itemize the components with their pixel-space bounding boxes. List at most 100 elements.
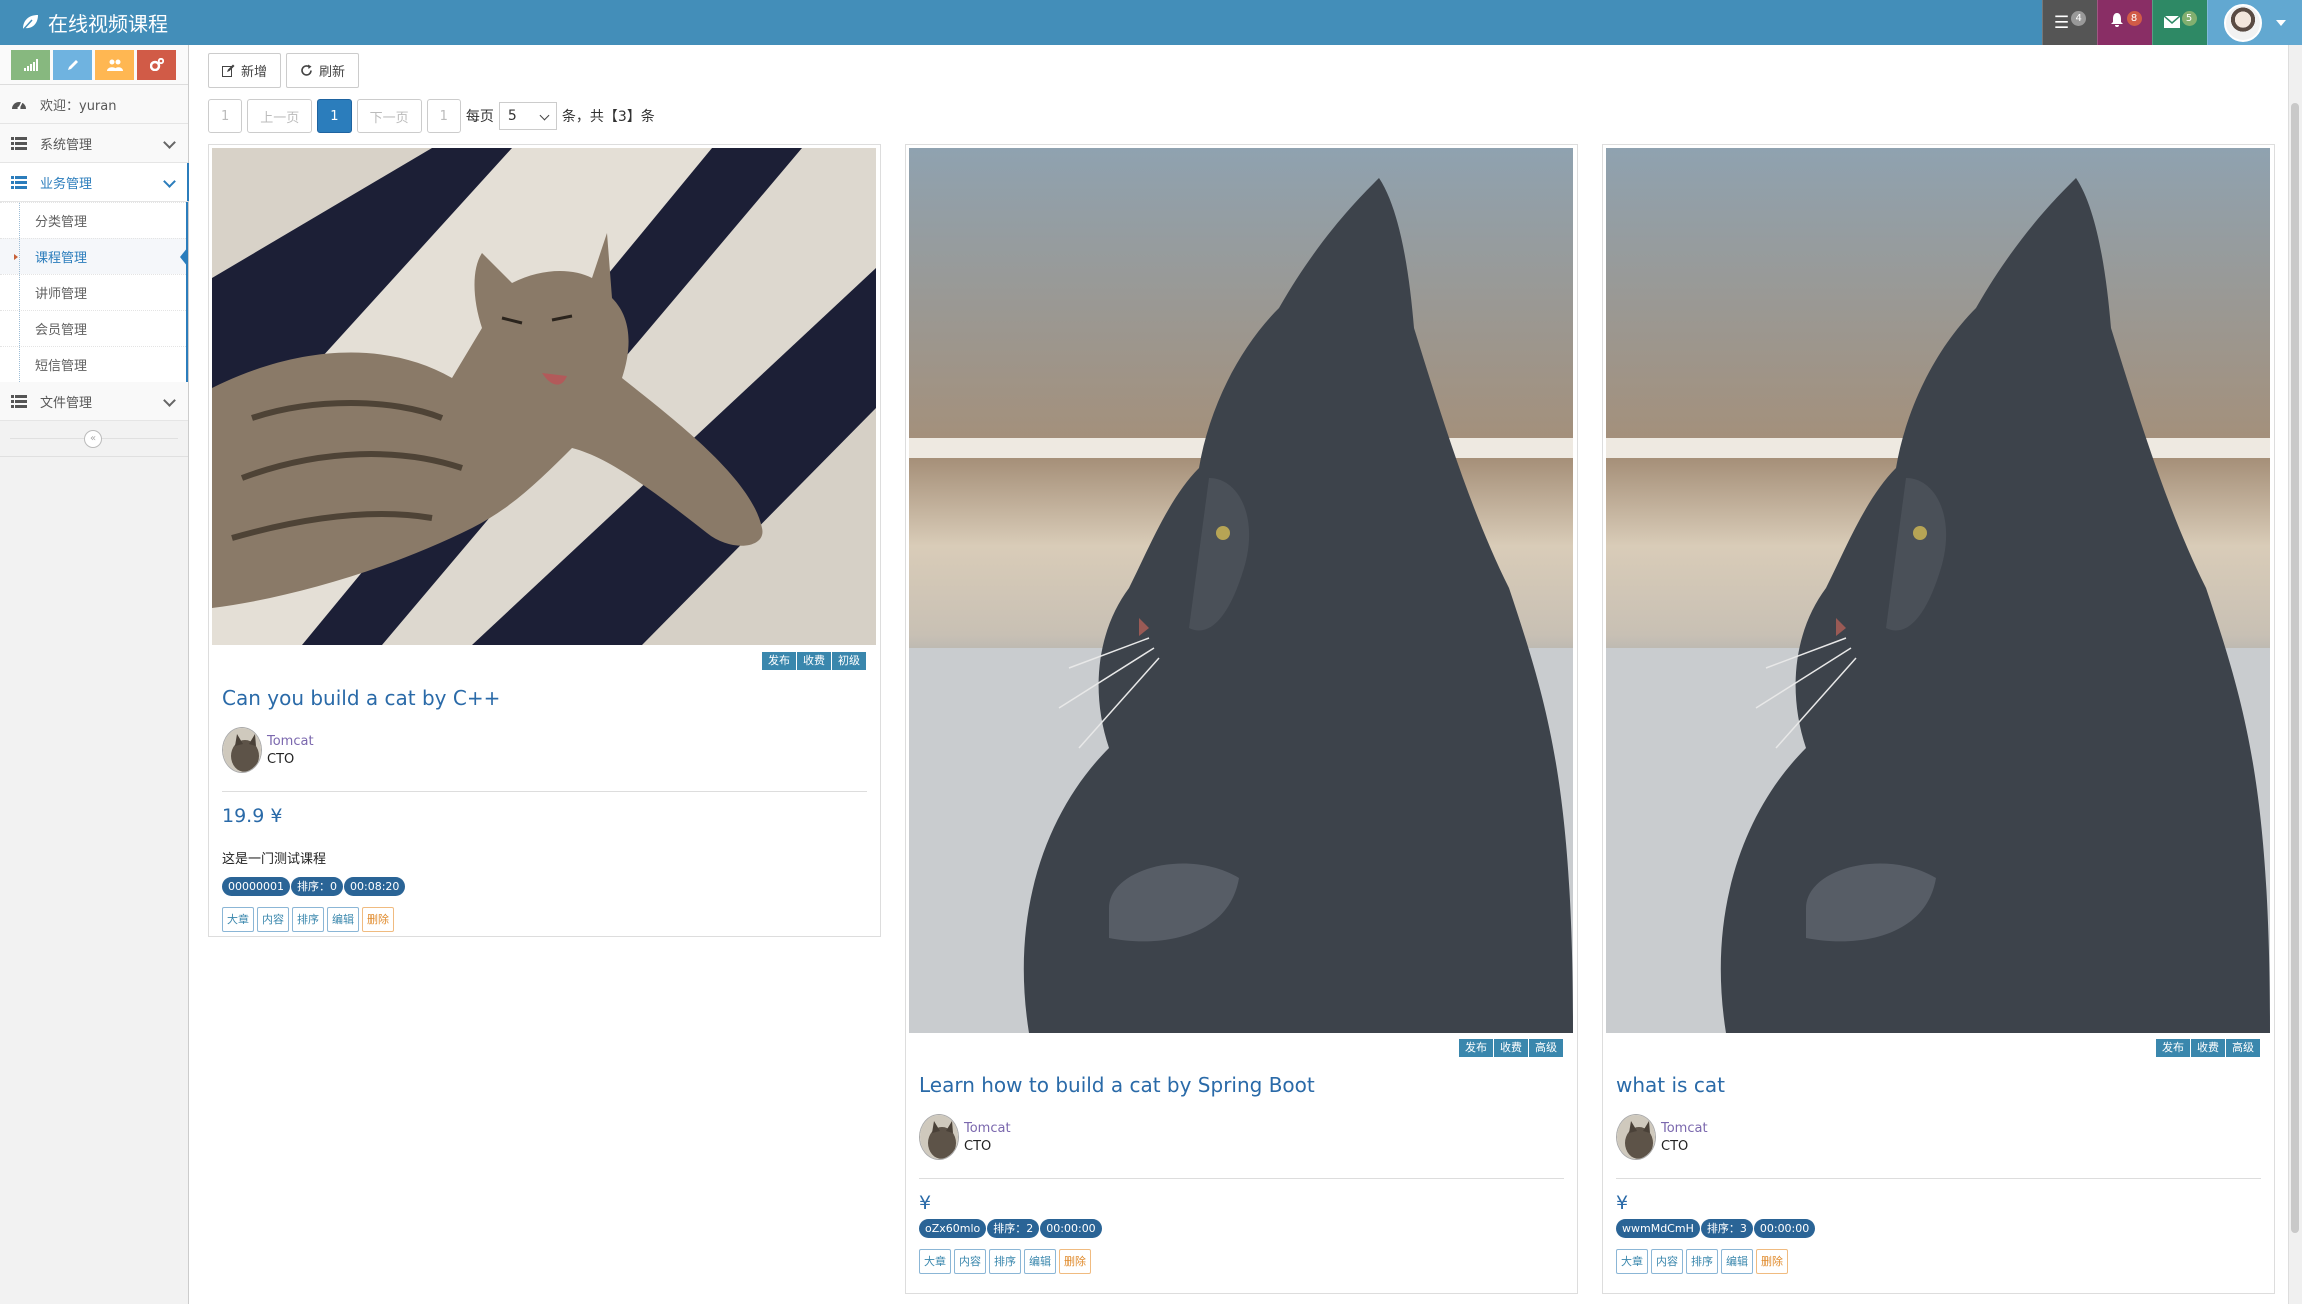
user-menu[interactable]: [2207, 0, 2302, 45]
teacher-name[interactable]: Tomcat: [267, 733, 314, 751]
divider: [1616, 1178, 2261, 1179]
teacher-avatar[interactable]: [1616, 1114, 1656, 1160]
app-title: 在线视频课程: [48, 12, 168, 36]
delete-button[interactable]: 删除: [1059, 1249, 1091, 1274]
sort-badge: 排序：0: [291, 877, 343, 896]
first-page-button[interactable]: 1: [208, 99, 243, 133]
course-image[interactable]: [909, 148, 1573, 1033]
tasks-button[interactable]: ☰ 4: [2042, 0, 2097, 45]
main-content: 新增 刷新 1 上一页 1 下一页 1 每页 5 条，共【3】条 发布 收费 初…: [190, 45, 2302, 1304]
sidebar-item-course[interactable]: 课程管理: [0, 238, 188, 274]
business-submenu: 分类管理 课程管理 讲师管理 会员管理 短信管理: [0, 202, 188, 382]
level-badge: 高级: [2226, 1039, 2260, 1057]
dashboard-icon: [11, 97, 29, 111]
edit-button[interactable]: 编辑: [327, 907, 359, 932]
course-card: 发布 收费 高级 Learn how to build a cat by Spr…: [905, 144, 1578, 1294]
course-title[interactable]: Learn how to build a cat by Spring Boot: [919, 1073, 1315, 1097]
page-size-value: 5: [507, 108, 517, 124]
tasks-badge: 4: [2071, 11, 2087, 26]
scrollbar-thumb[interactable]: [2291, 103, 2299, 1233]
charge-badge: 收费: [797, 652, 831, 670]
course-labels: 发布 收费 初级: [761, 652, 866, 670]
duration-badge: 00:08:20: [344, 877, 406, 896]
teacher-info: Tomcat CTO: [1616, 1114, 1708, 1160]
course-card: 发布 收费 高级 what is cat Tomcat CTO ¥ wwmMdC…: [1602, 144, 2275, 1294]
divider: [919, 1178, 1564, 1179]
shortcut-chart-button[interactable]: [11, 49, 50, 80]
sidebar-item-business[interactable]: 业务管理: [0, 163, 189, 202]
edit-icon: [222, 64, 235, 77]
delete-button[interactable]: 删除: [1756, 1249, 1788, 1274]
charge-badge: 收费: [2191, 1039, 2225, 1057]
chapter-button[interactable]: 大章: [222, 907, 254, 932]
sidebar-item-system[interactable]: 系统管理: [0, 124, 188, 163]
course-image[interactable]: [212, 148, 876, 645]
delete-button[interactable]: 删除: [362, 907, 394, 932]
last-page-button[interactable]: 1: [426, 99, 461, 133]
teacher-name[interactable]: Tomcat: [964, 1120, 1011, 1138]
chevron-down-icon: [2276, 19, 2286, 26]
total-label: 条，共【3】条: [561, 109, 655, 125]
teacher-name[interactable]: Tomcat: [1661, 1120, 1708, 1138]
toolbar: 新增 刷新: [208, 53, 360, 88]
shortcut-edit-button[interactable]: [53, 49, 92, 80]
charge-badge: 收费: [1494, 1039, 1528, 1057]
sidebar-item-file[interactable]: 文件管理: [0, 382, 188, 421]
teacher-info: Tomcat CTO: [222, 727, 314, 773]
scrollbar[interactable]: [2288, 45, 2302, 1304]
chevron-down-icon: [163, 136, 176, 149]
sidebar-item-teacher[interactable]: 讲师管理: [0, 274, 186, 310]
brand[interactable]: 在线视频课程: [20, 0, 168, 45]
envelope-icon: [2163, 13, 2180, 33]
sort-button[interactable]: 排序: [1686, 1249, 1718, 1274]
content-button[interactable]: 内容: [954, 1249, 986, 1274]
course-meta: wwmMdCmH 排序：3 00:00:00: [1616, 1219, 1816, 1238]
shortcut-settings-button[interactable]: [137, 49, 176, 80]
sidebar-shortcuts: [0, 45, 188, 85]
edit-button[interactable]: 编辑: [1024, 1249, 1056, 1274]
course-card: 发布 收费 初级 Can you build a cat by C++ Tomc…: [208, 144, 881, 937]
sort-button[interactable]: 排序: [292, 907, 324, 932]
shortcut-users-button[interactable]: [95, 49, 134, 80]
sidebar-item-member[interactable]: 会员管理: [0, 310, 186, 346]
page-size-select[interactable]: 5: [498, 102, 557, 130]
course-title[interactable]: what is cat: [1616, 1073, 1725, 1097]
course-id-badge: wwmMdCmH: [1616, 1219, 1700, 1238]
current-page-button[interactable]: 1: [317, 99, 352, 133]
sort-button[interactable]: 排序: [989, 1249, 1021, 1274]
pagination: 1 上一页 1 下一页 1 每页 5 条，共【3】条: [208, 99, 655, 133]
leaf-icon: [20, 12, 42, 34]
notifications-button[interactable]: 8: [2097, 0, 2152, 45]
sidebar-item-label: 分类管理: [35, 215, 88, 230]
course-price: ¥: [919, 1192, 932, 1214]
cogs-icon: [149, 58, 164, 71]
list-icon: [11, 394, 29, 408]
level-badge: 初级: [832, 652, 866, 670]
sidebar-collapse-row: «: [0, 421, 188, 457]
next-page-button[interactable]: 下一页: [356, 99, 422, 133]
messages-button[interactable]: 5: [2152, 0, 2207, 45]
teacher-position: CTO: [1661, 1138, 1689, 1154]
sidebar-item-label: 文件管理: [40, 395, 93, 411]
chapter-button[interactable]: 大章: [1616, 1249, 1648, 1274]
course-summary: 这是一门测试课程: [222, 852, 327, 867]
teacher-avatar[interactable]: [919, 1114, 959, 1160]
course-image[interactable]: [1606, 148, 2270, 1033]
teacher-avatar[interactable]: [222, 727, 262, 773]
edit-button[interactable]: 编辑: [1721, 1249, 1753, 1274]
prev-page-button[interactable]: 上一页: [247, 99, 313, 133]
welcome-text: 欢迎：yuran: [40, 98, 117, 114]
collapse-sidebar-button[interactable]: «: [84, 430, 102, 448]
divider: [222, 791, 867, 792]
sort-badge: 排序：3: [1700, 1219, 1753, 1238]
refresh-button[interactable]: 刷新: [286, 53, 360, 88]
sidebar-item-category[interactable]: 分类管理: [0, 202, 186, 238]
level-badge: 高级: [1529, 1039, 1563, 1057]
content-button[interactable]: 内容: [257, 907, 289, 932]
add-button[interactable]: 新增: [208, 53, 282, 88]
chapter-button[interactable]: 大章: [919, 1249, 951, 1274]
duration-badge: 00:00:00: [1753, 1219, 1816, 1238]
sidebar-item-sms[interactable]: 短信管理: [0, 346, 186, 382]
course-title[interactable]: Can you build a cat by C++: [222, 686, 500, 710]
content-button[interactable]: 内容: [1651, 1249, 1683, 1274]
